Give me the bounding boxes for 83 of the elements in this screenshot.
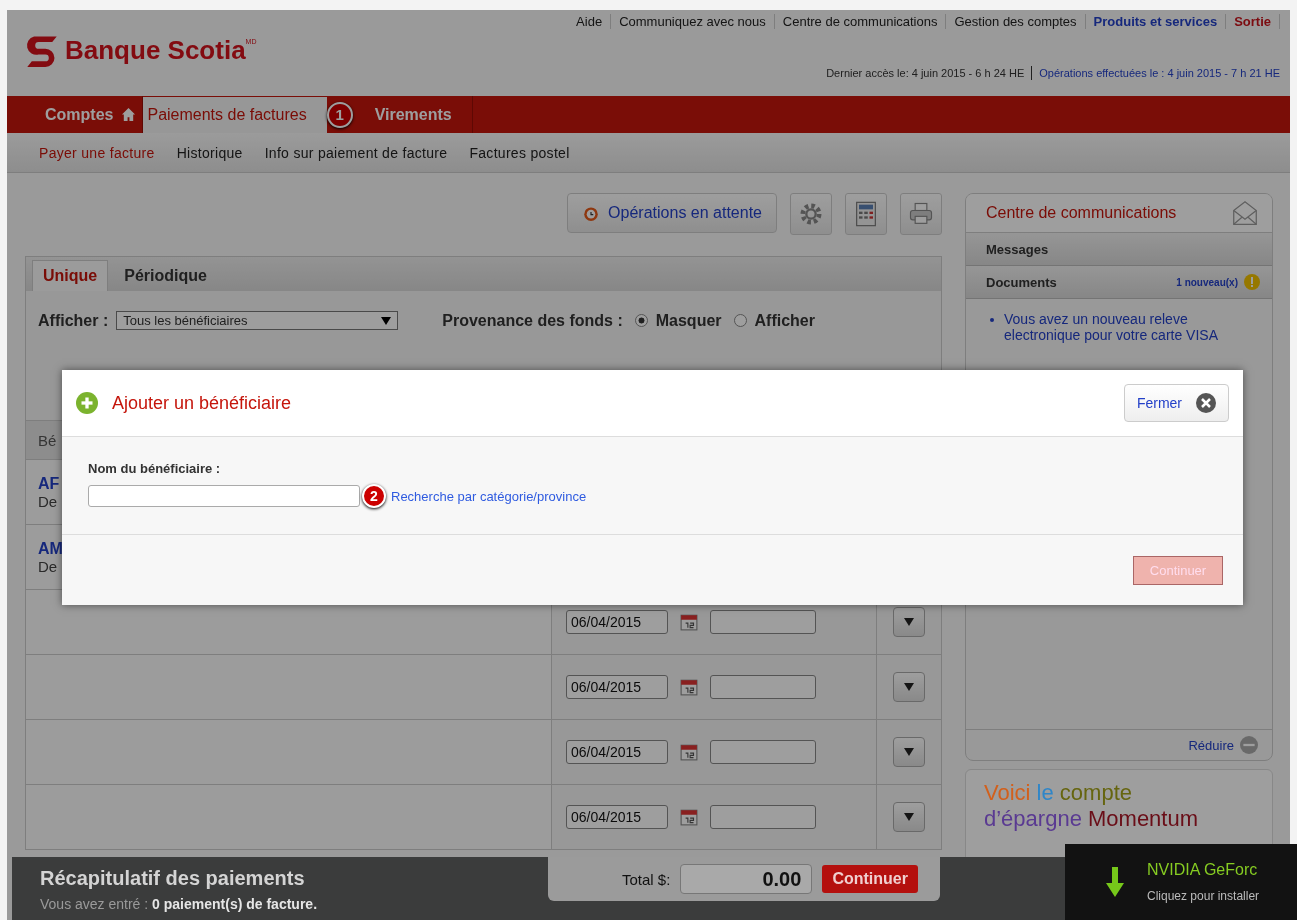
payee-name[interactable]: AF [38,474,60,493]
header-link[interactable]: Communiquez avec nous [611,14,775,29]
funds-label: Provenance des fonds : [442,311,623,330]
amount-field[interactable] [710,740,816,764]
last-access-text: Dernier accès le: 4 juin 2015 - 6 h 24 HE [826,67,1025,79]
logo-s-icon [25,33,59,67]
search-by-category-link[interactable]: Recherche par catégorie/province [391,488,587,504]
calendar-icon[interactable] [680,743,698,761]
date-field[interactable]: 06/04/2015 [566,610,668,634]
callout-number: 2 [362,484,386,508]
message-link[interactable]: Vous avez un nouveau releve electronique pour votre carte VISA [1004,311,1252,343]
summary-text: Vous avez entré : 0 paiement(s) de facture. [40,896,318,912]
section-header[interactable]: Messages [966,233,1272,266]
date-field[interactable]: 06/04/2015 [566,805,668,829]
promo-headline: Voici le compte d’épargne Momentum [984,780,1200,832]
date-field[interactable]: 06/04/2015 [566,740,668,764]
continue-button[interactable]: Continuer [822,865,918,893]
header-link[interactable]: Produits et services [1085,14,1227,29]
radio-label: Afficher [754,311,815,330]
panel-title: Centre de communications [986,204,1177,222]
caret-icon [381,316,392,325]
new-count: 1 nouveau(x) [1176,276,1238,288]
dropdown-button[interactable] [893,672,925,702]
field-label: Nom du bénéficiaire : [88,461,222,476]
total-label: Total $: [622,870,671,888]
payee-name[interactable]: AM [38,539,63,558]
caret-icon [904,813,914,821]
calendar-icon[interactable] [680,678,698,696]
header-link[interactable]: Centre de communications [774,14,947,29]
dropdown-button[interactable] [893,737,925,767]
payee-filter-dropdown[interactable]: Tous les bénéficiaires [116,311,399,330]
nav-tab[interactable]: Paiements de factures [143,97,327,133]
settings-button[interactable] [790,193,832,235]
header-link[interactable]: Gestion des comptes [946,14,1086,29]
date-field[interactable]: 06/04/2015 [566,675,668,699]
notification-popup[interactable]: NVIDIA GeForc Cliquez pour installer [1065,844,1297,920]
payment-tab[interactable]: Périodique [108,261,223,291]
radio-button[interactable] [733,314,747,327]
payee-detail: De [38,492,58,510]
calculator-button[interactable] [845,193,887,235]
payee-name-field[interactable] [88,485,360,507]
dialog-title: Ajouter un bénéficiaire [112,392,293,414]
pending-operations-button[interactable]: Opérations en attente [567,193,777,233]
subnav-link[interactable]: Payer une facture [39,144,155,161]
caret-icon [904,683,914,691]
close-icon [1196,393,1216,413]
dropdown-button[interactable] [893,802,925,832]
header-link[interactable]: Sortie [1226,14,1280,29]
callout-number: 1 [326,101,353,128]
amount-field[interactable] [710,675,816,699]
caret-icon [904,618,914,626]
column-header: Bé [38,431,57,449]
notification-title: NVIDIA GeForc [1147,861,1259,879]
plus-icon [76,392,98,414]
subnav-link[interactable]: Factures postel [469,144,570,161]
amount-field[interactable] [710,610,816,634]
header-link[interactable]: Aide [568,14,612,29]
dropdown-button[interactable] [893,607,925,637]
payment-tab[interactable]: Unique [32,260,109,291]
filter-label: Afficher : [38,311,109,330]
bullet-icon [990,318,994,322]
caret-icon [904,748,914,756]
radio-label: Masquer [655,311,722,330]
total-field: 0.00 [680,864,813,894]
alarm-clock-icon [582,204,601,222]
print-button[interactable] [900,193,942,235]
calendar-icon[interactable] [680,808,698,826]
close-button[interactable]: Fermer [1123,384,1229,422]
payee-detail: De [38,557,58,575]
alert-icon [1244,274,1260,290]
summary-title: Récapitulatif des paiements [40,867,306,890]
subnav-link[interactable]: Info sur paiement de facture [264,144,448,161]
collapse-link[interactable]: Réduire [1188,737,1234,753]
bank-logo[interactable]: Banque Scotia$^{MD}$ [25,32,257,68]
radio-button[interactable] [634,314,648,327]
calendar-icon[interactable] [680,613,698,631]
subnav-link[interactable]: Historique [176,144,243,161]
notification-text: Cliquez pour installer [1147,889,1260,903]
envelope-icon [1230,198,1260,228]
operations-link[interactable]: Opérations effectuées le : 4 juin 2015 - 7 h 21 HE [1039,67,1280,79]
minus-icon [1240,736,1258,754]
amount-field[interactable] [710,805,816,829]
section-header[interactable]: Documents 1 nouveau(x) [966,266,1272,299]
